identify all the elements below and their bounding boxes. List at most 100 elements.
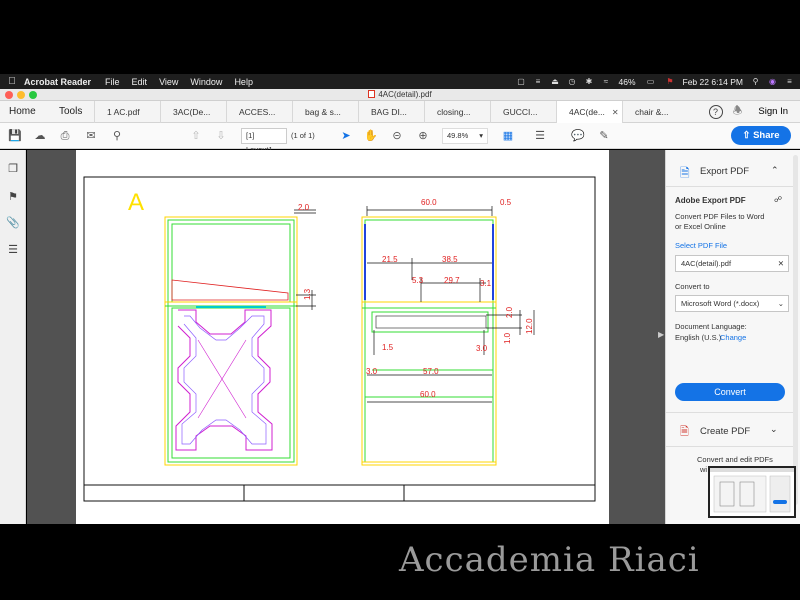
divider (666, 446, 794, 447)
dimension-label: 38.5 (442, 255, 458, 264)
zoom-out-icon[interactable]: ⊝ (389, 128, 405, 144)
flag-icon[interactable]: ⚑ (666, 77, 675, 86)
hand-tool-icon[interactable]: ✋ (363, 128, 379, 144)
app-name-menu[interactable]: Acrobat Reader (24, 77, 91, 87)
doc-tab[interactable]: bag & s... (292, 101, 358, 123)
time-machine-icon[interactable]: ◷ (568, 77, 577, 86)
doc-tab[interactable]: BAG DI... (358, 101, 424, 123)
scroll-mode-icon[interactable]: ☰ (532, 128, 548, 144)
watermark-text: Accademia Riaci (399, 540, 700, 580)
notification-bell-icon[interactable]: 🕭 (733, 102, 743, 121)
dimension-label: 1.3 (303, 288, 312, 300)
page-count: (1 of 1) (291, 131, 315, 140)
menu-edit[interactable]: Edit (132, 77, 148, 87)
search-icon[interactable]: ⚲ (109, 128, 125, 144)
cloud-sync-icon: ☍ (774, 195, 783, 204)
email-icon[interactable]: ✉ (83, 128, 99, 144)
comment-icon[interactable]: 💬 (570, 128, 586, 144)
doc-tab-active[interactable]: 4AC(de... ✕ (556, 101, 622, 123)
chevron-up-icon[interactable]: ⌃ (771, 165, 779, 176)
doc-tab[interactable]: closing... (424, 101, 490, 123)
spotlight-search-icon[interactable]: ⚲ (751, 77, 760, 86)
doc-tab[interactable]: ACCES... (226, 101, 292, 123)
help-icon[interactable]: ? (708, 104, 723, 119)
chevron-down-icon: ▾ (479, 131, 483, 140)
sign-pen-icon[interactable]: ✎ (596, 128, 612, 144)
screenshot-thumbnail[interactable] (708, 466, 796, 518)
sign-in-link[interactable]: Sign In (758, 106, 788, 117)
dimension-label: 2.0 (505, 306, 514, 318)
selected-file-field[interactable]: 4AC(detail).pdf ✕ (675, 255, 789, 272)
print-icon[interactable]: ⎙ (57, 128, 73, 144)
convert-to-label: Convert to (675, 282, 710, 291)
mac-menu-bar:  Acrobat Reader File Edit View Window H… (0, 74, 800, 89)
change-language-link[interactable]: Change (720, 333, 746, 342)
share-button[interactable]: ⇧ Share (731, 126, 791, 145)
wifi-icon[interactable]: ≈ (602, 77, 611, 86)
page-fit-icon[interactable]: ▦ (500, 128, 516, 144)
screen-record-icon[interactable]: ▢ (517, 77, 526, 86)
dimension-label: 60.0 (420, 390, 436, 399)
page-down-icon[interactable]: ⇩ (213, 128, 229, 144)
doc-tab[interactable]: 1 AC.pdf (94, 101, 160, 123)
share-icon: ⇧ (742, 130, 751, 141)
eject-icon[interactable]: ⏏ (551, 77, 560, 86)
format-select[interactable]: Microsoft Word (*.docx) ⌄ (675, 295, 789, 312)
menu-window[interactable]: Window (190, 77, 222, 87)
attachments-icon[interactable]: 📎 (6, 216, 20, 230)
select-cursor-icon[interactable]: ➤ (338, 128, 354, 144)
dimension-label: 1.5 (382, 343, 394, 352)
clear-file-icon[interactable]: ✕ (778, 256, 784, 271)
save-icon[interactable]: 💾 (7, 128, 23, 144)
pdf-file-icon (368, 90, 376, 98)
promo-text: Convert and edit PDFs (697, 455, 773, 464)
dimension-label: 0.5 (500, 198, 512, 207)
drawing-border (83, 176, 596, 502)
chevron-down-icon[interactable]: ⌄ (770, 424, 778, 435)
create-pdf-title[interactable]: Create PDF (700, 426, 750, 437)
zoom-level-field[interactable]: 49.8% ▾ (442, 128, 488, 144)
menu-help[interactable]: Help (234, 77, 253, 87)
layers-icon[interactable]: ☰ (6, 243, 20, 257)
control-center-icon[interactable]: ≡ (785, 77, 794, 86)
divider (666, 186, 794, 187)
menu-extra-icon[interactable]: ≡ (534, 77, 543, 86)
thumbnail-preview (710, 468, 794, 513)
cloud-upload-icon[interactable]: ☁ (32, 128, 48, 144)
tab-home[interactable]: Home (0, 101, 50, 122)
tab-bar: Home Tools 1 AC.pdf 3AC(De... ACCES... b… (0, 101, 800, 123)
dimension-label: 12.0 (525, 318, 534, 334)
battery-icon[interactable]: ▭ (644, 77, 658, 86)
collapse-right-panel-icon[interactable]: ▶ (658, 330, 665, 339)
export-pdf-title[interactable]: Export PDF (700, 166, 749, 177)
menu-view[interactable]: View (159, 77, 178, 87)
dimension-label: 60.0 (421, 198, 437, 207)
zoom-in-icon[interactable]: ⊕ (415, 128, 431, 144)
bluetooth-icon[interactable]: ✱ (585, 77, 594, 86)
apple-icon[interactable]:  (0, 76, 24, 87)
document-language-value: English (U.S.) (675, 333, 722, 342)
export-description: or Excel Online (675, 222, 726, 231)
section-letter: A (128, 189, 144, 216)
menu-clock[interactable]: Feb 22 6:14 PM (683, 77, 743, 87)
page-thumbnails-icon[interactable]: ❐ (6, 162, 20, 176)
bookmarks-icon[interactable]: ⚑ (6, 190, 20, 204)
select-pdf-file-link[interactable]: Select PDF File (675, 241, 727, 250)
document-language-label: Document Language: (675, 322, 747, 331)
siri-icon[interactable]: ◉ (768, 77, 777, 86)
export-description: Convert PDF Files to Word (675, 212, 765, 221)
page-up-icon[interactable]: ⇧ (188, 128, 204, 144)
doc-tab[interactable]: GUCCI... (490, 101, 556, 123)
dimension-label: 3.0 (366, 367, 378, 376)
promo-text: wi (700, 465, 708, 474)
panel-scrollbar[interactable] (793, 155, 798, 505)
dimension-label: 3.1 (480, 279, 492, 288)
menu-file[interactable]: File (105, 77, 120, 87)
convert-button[interactable]: Convert (675, 383, 785, 401)
close-tab-icon[interactable]: ✕ (612, 102, 619, 123)
left-navigation-rail: ❐ ⚑ 📎 ☰ ◀ (0, 150, 36, 524)
doc-tab[interactable]: chair &... (622, 101, 680, 123)
page-number-field[interactable]: [1] Layout1 (241, 128, 287, 154)
doc-tab[interactable]: 3AC(De... (160, 101, 226, 123)
tab-tools[interactable]: Tools (50, 101, 94, 122)
